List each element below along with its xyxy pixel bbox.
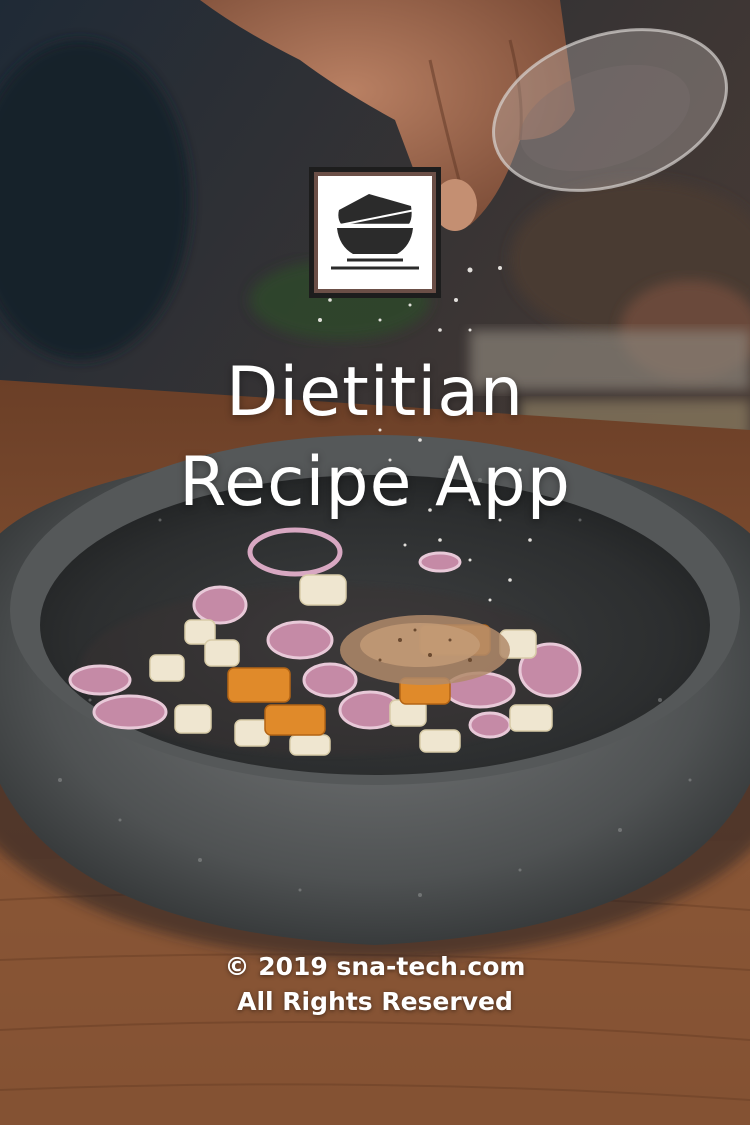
app-logo xyxy=(309,167,441,298)
rights-reserved-text: All Rights Reserved xyxy=(237,987,513,1016)
stacked-bowls-icon xyxy=(331,188,419,277)
app-title-line2: Recipe App xyxy=(179,443,571,522)
app-title-line1: Dietitian xyxy=(226,353,524,432)
splash-screen: Dietitian Recipe App © 2019 sna-tech.com… xyxy=(0,0,750,1125)
copyright-text: © 2019 sna-tech.com xyxy=(224,952,526,981)
